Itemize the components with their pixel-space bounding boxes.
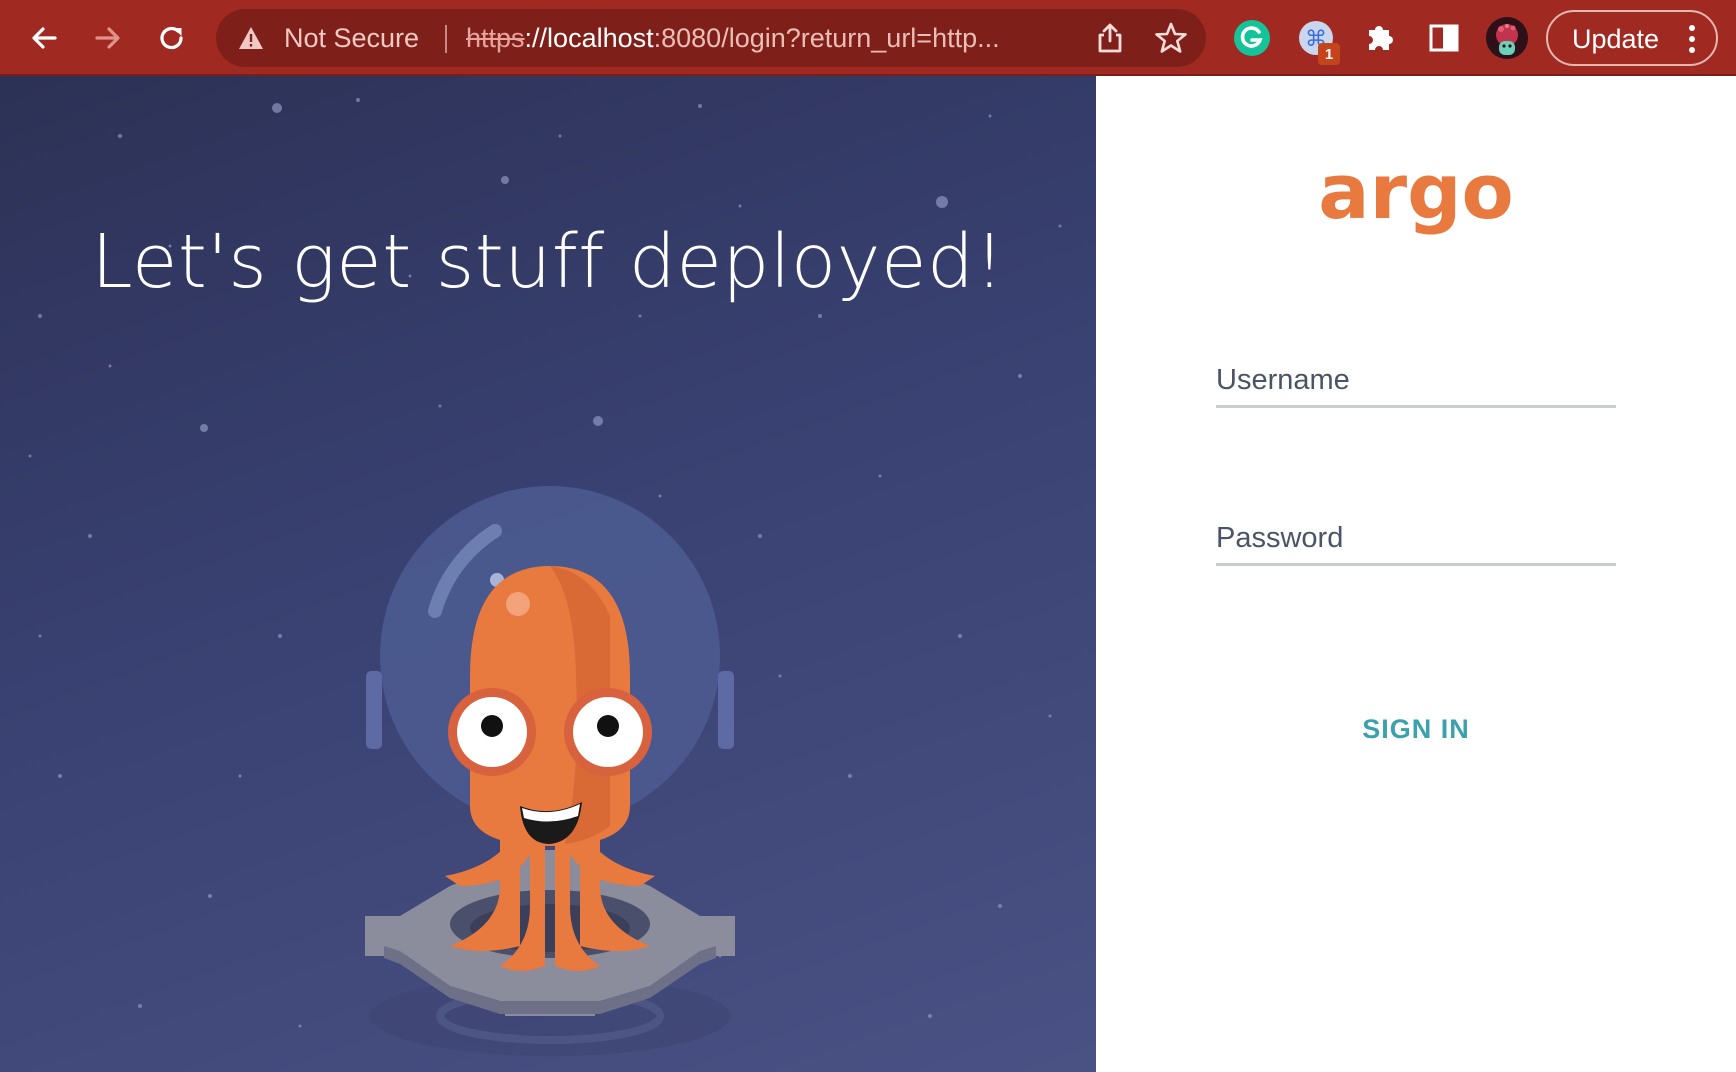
back-arrow-icon bbox=[32, 27, 57, 49]
warning-triangle-icon bbox=[239, 27, 263, 49]
sign-in-button[interactable]: SIGN IN bbox=[1326, 704, 1506, 754]
url-host: ://localhost bbox=[524, 23, 654, 53]
username-input[interactable] bbox=[1216, 348, 1616, 408]
hero-panel: Let's get stuff deployed! bbox=[0, 76, 1096, 1072]
logo-text: argo bbox=[1318, 156, 1513, 236]
password-field[interactable]: Password bbox=[1216, 506, 1616, 566]
security-status-label[interactable]: Not Secure bbox=[284, 23, 419, 53]
argo-octopus-mascot bbox=[365, 486, 735, 1056]
forward-arrow-icon bbox=[95, 27, 120, 49]
extension-badge: 1 bbox=[1318, 43, 1340, 65]
password-underline bbox=[1216, 563, 1616, 566]
avatar-image bbox=[1486, 17, 1528, 59]
omnibox-divider bbox=[445, 25, 447, 53]
reload-icon bbox=[160, 26, 183, 50]
update-button[interactable]: Update bbox=[1546, 10, 1718, 66]
reload-button[interactable] bbox=[144, 10, 200, 66]
address-bar[interactable]: Not Secure https://localhost:8080/login?… bbox=[216, 9, 1206, 67]
puzzle-extensions-icon[interactable] bbox=[1360, 18, 1400, 58]
bookmark-star-icon[interactable] bbox=[1154, 21, 1188, 55]
profile-avatar[interactable] bbox=[1486, 17, 1528, 59]
hero-headline: Let's get stuff deployed! bbox=[91, 219, 1005, 305]
username-field[interactable]: Username bbox=[1216, 348, 1616, 408]
kebab-menu-icon[interactable] bbox=[1688, 24, 1696, 54]
login-panel: argo Username Password SIGN IN bbox=[1096, 76, 1736, 1072]
update-label: Update bbox=[1572, 24, 1660, 54]
username-underline bbox=[1216, 405, 1616, 408]
forward-button[interactable] bbox=[80, 10, 136, 66]
grammarly-icon[interactable] bbox=[1232, 18, 1272, 58]
side-panel-icon[interactable] bbox=[1424, 18, 1464, 58]
url-scheme: https bbox=[466, 23, 525, 53]
argo-logo: argo bbox=[1318, 156, 1513, 236]
password-input[interactable] bbox=[1216, 506, 1616, 566]
browser-toolbar: Not Secure https://localhost:8080/login?… bbox=[0, 0, 1736, 76]
share-icon[interactable] bbox=[1094, 22, 1126, 54]
url-text[interactable]: https://localhost:8080/login?return_url=… bbox=[466, 23, 1086, 53]
back-button[interactable] bbox=[16, 10, 72, 66]
url-path: :8080/login?return_url=http... bbox=[653, 23, 1000, 53]
